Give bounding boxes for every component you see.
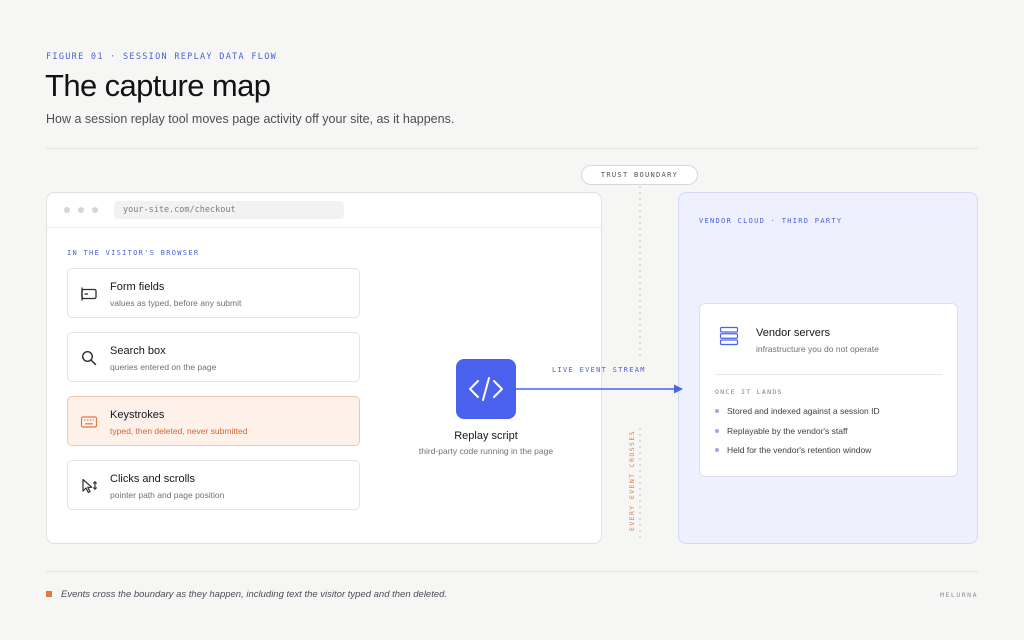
brand-wordmark: MELURNA [940, 591, 978, 599]
footer-divider [46, 571, 978, 572]
arrowhead [674, 384, 683, 394]
footer-marker-icon [46, 591, 52, 597]
event-stream-arrow [516, 384, 683, 394]
live-event-stream-label: LIVE EVENT STREAM [552, 366, 646, 374]
footer-note: Events cross the boundary as they happen… [61, 589, 448, 600]
